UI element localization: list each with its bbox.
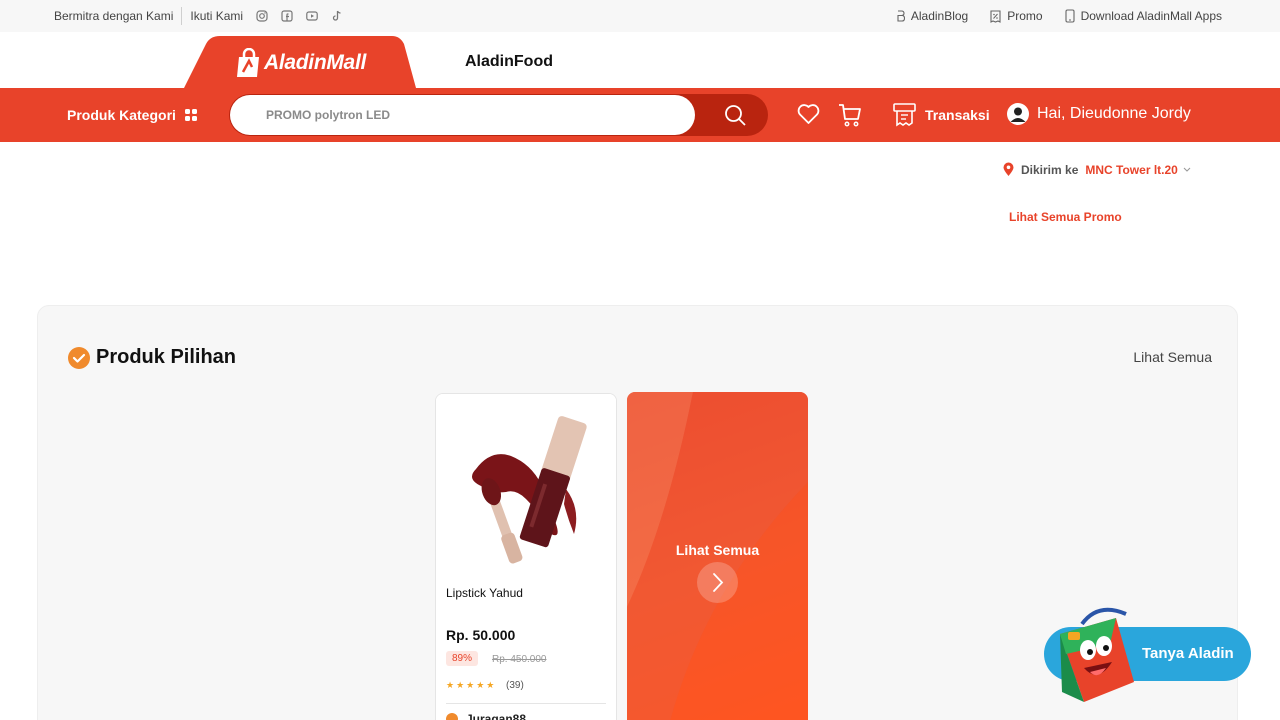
delivery-location[interactable]: Dikirim ke MNC Tower lt.20: [1003, 162, 1192, 177]
product-name: Lipstick Yahud: [446, 586, 523, 600]
promo-link-top[interactable]: Promo: [990, 9, 1043, 23]
user-account-menu[interactable]: Hai, Dieudonne Jordy: [1007, 103, 1191, 125]
user-greeting: Hai, Dieudonne Jordy: [1037, 105, 1191, 122]
shop-name: Juragan88: [466, 712, 527, 720]
facebook-icon[interactable]: [281, 10, 293, 22]
section-title-text: Produk Pilihan: [96, 346, 237, 368]
check-badge-icon: [68, 346, 90, 369]
topbar-left: Bermitra dengan Kami Ikuti Kami: [54, 0, 343, 32]
promo-label-top: Promo: [1007, 9, 1043, 23]
section-see-all-link[interactable]: Lihat Semua: [1133, 349, 1212, 365]
original-price: Rp. 450.000: [492, 654, 547, 665]
shopping-bag-logo-icon: [237, 48, 259, 77]
wishlist-heart-icon[interactable]: [797, 103, 820, 125]
section-title: Produk Pilihan: [68, 346, 236, 369]
rating-stars: ★★★★★: [446, 680, 497, 690]
see-all-promo-link[interactable]: Lihat Semua Promo: [1009, 210, 1122, 224]
chevron-right-icon: [713, 573, 724, 592]
download-app-label: Download AladinMall Apps: [1080, 9, 1222, 23]
aladin-mascot-icon[interactable]: [1048, 604, 1138, 704]
product-card[interactable]: Lipstick Yahud Rp. 50.000 89% Rp. 450.00…: [435, 393, 617, 720]
follow-label: Ikuti Kami: [190, 9, 244, 23]
review-count: (39): [506, 680, 524, 691]
divider: [181, 7, 183, 25]
aladinfood-tab[interactable]: AladinFood: [465, 53, 553, 71]
transaction-button[interactable]: Transaksi: [893, 102, 990, 127]
top-utility-bar: Bermitra dengan Kami Ikuti Kami AladinBl…: [0, 0, 1280, 32]
see-all-card[interactable]: Lihat Semua: [627, 392, 808, 720]
instagram-icon[interactable]: [256, 10, 268, 22]
youtube-icon[interactable]: [306, 10, 318, 22]
product-image: [436, 394, 616, 574]
phone-icon: [1065, 9, 1075, 23]
promo-icon: [990, 9, 1001, 23]
topbar-right: AladinBlog Promo Download AladinMall App…: [875, 0, 1222, 32]
logo-text: AladinMall: [264, 51, 367, 74]
see-all-card-label: Lihat Semua: [675, 542, 760, 558]
discount-badge: 89%: [446, 651, 479, 666]
transaction-label: Transaksi: [925, 106, 990, 123]
delivery-label: Dikirim ke: [1021, 162, 1079, 177]
blog-icon: [897, 10, 905, 22]
product-price: Rp. 50.000: [446, 627, 516, 643]
avatar-icon: [1007, 103, 1029, 125]
search-input[interactable]: [230, 95, 695, 135]
aladinblog-label: AladinBlog: [910, 9, 969, 23]
location-pin-icon: [1003, 162, 1014, 176]
shop-info: Juragan88: [446, 712, 526, 720]
aladinblog-link[interactable]: AladinBlog: [897, 9, 968, 23]
cart-icon[interactable]: [838, 103, 862, 127]
arrow-right-button[interactable]: [697, 562, 738, 603]
grid-icon: [184, 109, 197, 121]
partner-link[interactable]: Bermitra dengan Kami: [54, 9, 173, 23]
logo-row: AladinMall AladinFood: [0, 32, 1280, 88]
download-app-link[interactable]: Download AladinMall Apps: [1065, 9, 1222, 23]
shop-badge-icon: [446, 713, 458, 720]
search-bar: [229, 94, 768, 136]
aladinmall-logo-tab[interactable]: AladinMall: [184, 36, 416, 88]
search-icon[interactable]: [724, 104, 746, 126]
chevron-down-icon: [1183, 167, 1191, 172]
chat-label: Tanya Aladin: [1142, 645, 1234, 662]
main-navbar: Produk Kategori Transaksi Hai, Dieudonne…: [0, 88, 1280, 142]
divider: [446, 703, 606, 704]
delivery-address: MNC Tower lt.20: [1085, 162, 1178, 177]
tiktok-icon[interactable]: [331, 10, 343, 22]
product-category-label: Produk Kategori: [67, 107, 176, 123]
product-category-button[interactable]: Produk Kategori: [67, 107, 197, 123]
receipt-icon: [893, 103, 916, 127]
